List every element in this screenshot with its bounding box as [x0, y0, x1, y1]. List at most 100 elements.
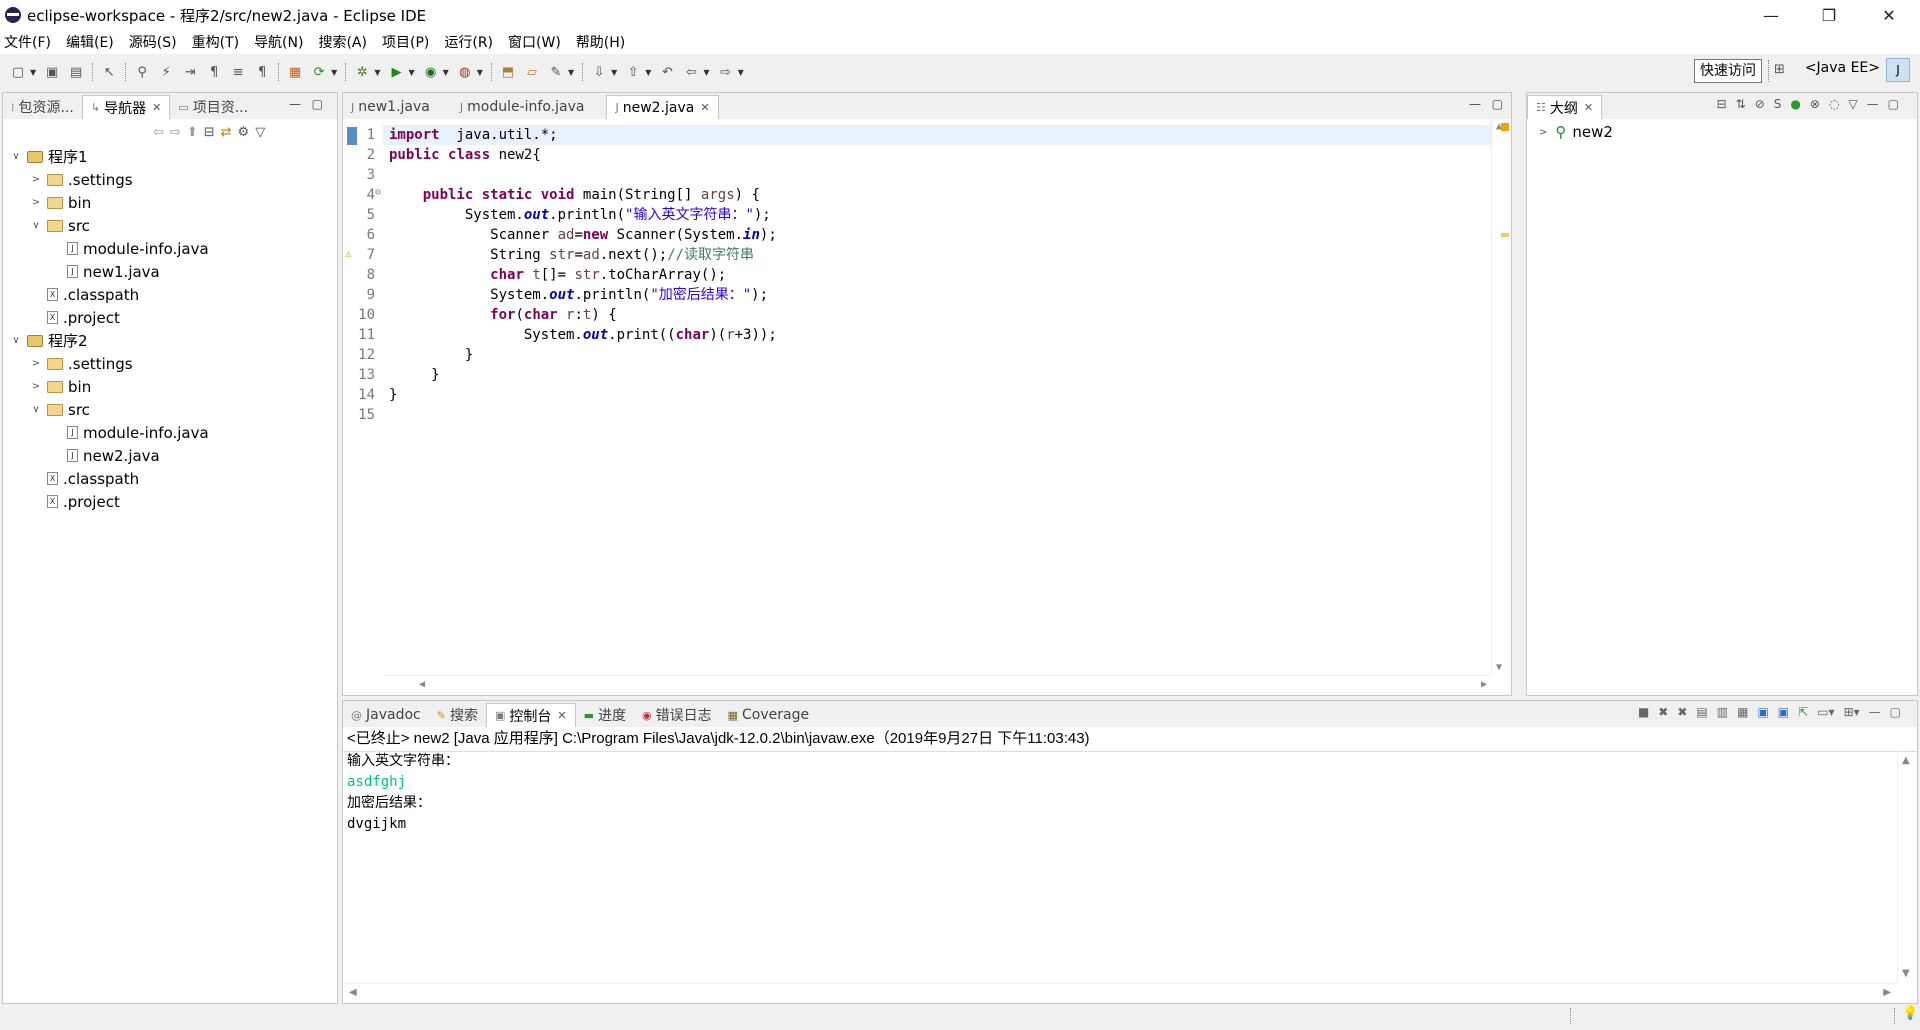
terminate-icon[interactable]: ■ [1638, 705, 1649, 719]
code-line[interactable]: char t[]= str.toCharArray(); [389, 265, 726, 285]
code-line[interactable]: } [389, 365, 439, 385]
prev-annotation-icon[interactable]: ⇧ [623, 63, 643, 81]
minimize-view-icon[interactable]: — [1469, 97, 1481, 111]
hide-local-types-icon[interactable]: ⊗ [1810, 97, 1820, 111]
collapse-icon[interactable]: ∨ [29, 404, 43, 415]
hide-nonpublic-icon[interactable]: ● [1790, 97, 1800, 111]
tab-navigator[interactable]: ↳ 导航器 ✕ [81, 95, 171, 119]
tab-search[interactable]: ✎ 搜索 [429, 703, 486, 727]
pilcrow-icon[interactable]: ¶ [252, 63, 272, 81]
minimize-view-icon[interactable]: — [1869, 705, 1881, 719]
back-icon[interactable]: ⇦ [681, 63, 701, 81]
search-tool-icon[interactable]: ✎ [546, 63, 566, 81]
scroll-left-icon[interactable]: ◀ [349, 987, 357, 998]
link-editor-icon[interactable]: ⇄ [221, 125, 232, 140]
expand-icon[interactable]: > [29, 381, 43, 392]
show-on-stdout-icon[interactable]: ▣ [1757, 705, 1768, 719]
scroll-right-icon[interactable]: ▶ [1883, 987, 1891, 998]
open-type-icon[interactable]: ⬒ [498, 63, 518, 81]
tree-item[interactable]: ∨ 程序1 [3, 145, 337, 168]
debug-dropdown-icon[interactable]: ▼ [374, 68, 380, 77]
prev-annotation-dropdown-icon[interactable]: ▼ [645, 68, 651, 77]
refresh-dropdown-icon[interactable]: ▼ [331, 68, 337, 77]
code-line[interactable]: Scanner ad=new Scanner(System.in); [389, 225, 777, 245]
editor-vertical-scrollbar[interactable]: ▲ ▼ [1491, 119, 1511, 675]
menu-edit[interactable]: 编辑(E) [66, 32, 114, 52]
fold-icon[interactable]: ⊖ [375, 187, 381, 198]
minimize-view-icon[interactable]: — [289, 97, 301, 111]
menu-help[interactable]: 帮助(H) [576, 32, 625, 52]
tree-item[interactable]: > .settings [3, 168, 337, 191]
pin-console-icon[interactable]: ⇱ [1798, 705, 1808, 719]
next-annotation-dropdown-icon[interactable]: ▼ [611, 68, 617, 77]
save-all-icon[interactable]: ▤ [66, 63, 86, 81]
code-line[interactable]: System.out.println("输入英文字符串："); [389, 205, 771, 225]
code-line[interactable]: for(char r:t) { [389, 305, 617, 325]
tree-item[interactable]: ∨ src [3, 398, 337, 421]
debug-icon[interactable]: ✲ [352, 63, 372, 81]
pointer-icon[interactable]: ↖ [99, 63, 119, 81]
nav-up-icon[interactable]: ⬆ [187, 125, 198, 140]
open-console-icon[interactable]: ⊞▾ [1844, 705, 1860, 719]
console-output[interactable]: <已终止> new2 [Java 应用程序] C:\Program Files\… [343, 727, 1917, 1003]
expand-icon[interactable]: > [29, 174, 43, 185]
search-tool-dropdown-icon[interactable]: ▼ [568, 68, 574, 77]
server-icon[interactable]: ▦ [285, 63, 305, 81]
hide-static-icon[interactable]: S [1774, 97, 1782, 111]
tab-project-explorer[interactable]: ▭ 项目资... [170, 95, 256, 119]
view-menu-icon[interactable]: ▽ [255, 125, 265, 140]
toggle-mark-icon[interactable]: ⚲ [132, 63, 152, 81]
scroll-down-icon[interactable]: ▼ [1496, 662, 1502, 673]
tree-item[interactable]: ∨ src [3, 214, 337, 237]
nav-back-icon[interactable]: ⇦ [153, 125, 164, 140]
scroll-lock-icon[interactable]: ▥ [1717, 705, 1728, 719]
maximize-view-icon[interactable]: ▢ [1888, 97, 1899, 111]
tree-item[interactable]: Jmodule-info.java [3, 237, 337, 260]
minimize-view-icon[interactable]: — [1867, 97, 1879, 111]
collapse-icon[interactable]: ∨ [9, 151, 23, 162]
quick-access-input[interactable]: 快速访问 [1694, 59, 1762, 83]
tree-item[interactable]: > .settings [3, 352, 337, 375]
next-annotation-icon[interactable]: ⇩ [589, 63, 609, 81]
tree-item[interactable]: X .classpath [3, 467, 337, 490]
code-line[interactable]: public static void main(String[] args) { [389, 185, 760, 205]
tree-item[interactable]: Jnew1.java [3, 260, 337, 283]
expand-icon[interactable]: > [29, 197, 43, 208]
forward-icon[interactable]: ⇨ [716, 63, 736, 81]
expand-icon[interactable]: > [1539, 127, 1547, 138]
tree-item[interactable]: > bin [3, 191, 337, 214]
open-perspective-icon[interactable]: ⊞ [1774, 62, 1785, 77]
code-line[interactable]: } [389, 345, 473, 365]
display-console-icon[interactable]: ▭▾ [1817, 705, 1834, 719]
java-ee-perspective-button[interactable]: <Java EE> [1805, 60, 1880, 76]
close-icon[interactable]: ✕ [700, 101, 709, 114]
hide-fields-icon[interactable]: ⊘ [1755, 97, 1765, 111]
code-line[interactable]: } [389, 385, 397, 405]
coverage-run-icon[interactable]: ◉ [421, 63, 441, 81]
clear-console-icon[interactable]: ▤ [1696, 705, 1707, 719]
tab-outline[interactable]: ☷ 大纲 ✕ [1527, 95, 1603, 119]
word-wrap-icon[interactable]: ▦ [1737, 705, 1748, 719]
toggle-breadcrumb-icon[interactable]: ⚡ [156, 63, 176, 81]
tree-item[interactable]: X .project [3, 306, 337, 329]
filter-icon[interactable]: ⚙ [238, 125, 250, 140]
menu-file[interactable]: 文件(F) [4, 32, 51, 52]
last-edit-icon[interactable]: ↶ [657, 63, 677, 81]
collapse-icon[interactable]: ∨ [9, 335, 23, 346]
run-icon[interactable]: ▶ [386, 63, 406, 81]
forward-dropdown-icon[interactable]: ▼ [738, 68, 744, 77]
expand-icon[interactable]: > [29, 358, 43, 369]
back-dropdown-icon[interactable]: ▼ [703, 68, 709, 77]
tree-item[interactable]: Jnew2.java [3, 444, 337, 467]
close-button[interactable]: ✕ [1860, 0, 1918, 30]
scroll-down-icon[interactable]: ▼ [1902, 968, 1910, 979]
tab-module-info-java[interactable]: Jmodule-info.java [452, 95, 593, 119]
menu-refactor[interactable]: 重构(T) [192, 32, 239, 52]
code-line[interactable]: import java.util.*; [389, 125, 558, 145]
scroll-up-icon[interactable]: ▲ [1902, 755, 1910, 766]
code-editor[interactable]: 1 2 3 4 5 6 7 8 9 10 11 12 13 14 15 ⚠ ⊖ import java.ut… [343, 119, 1511, 695]
code-line[interactable]: System.out.print((char)(r+3)); [389, 325, 777, 345]
tab-new2-java[interactable]: Jnew2.java ✕ [606, 95, 719, 119]
view-menu-icon[interactable]: ▽ [1848, 97, 1857, 111]
new-dropdown-icon[interactable]: ▼ [30, 68, 36, 77]
